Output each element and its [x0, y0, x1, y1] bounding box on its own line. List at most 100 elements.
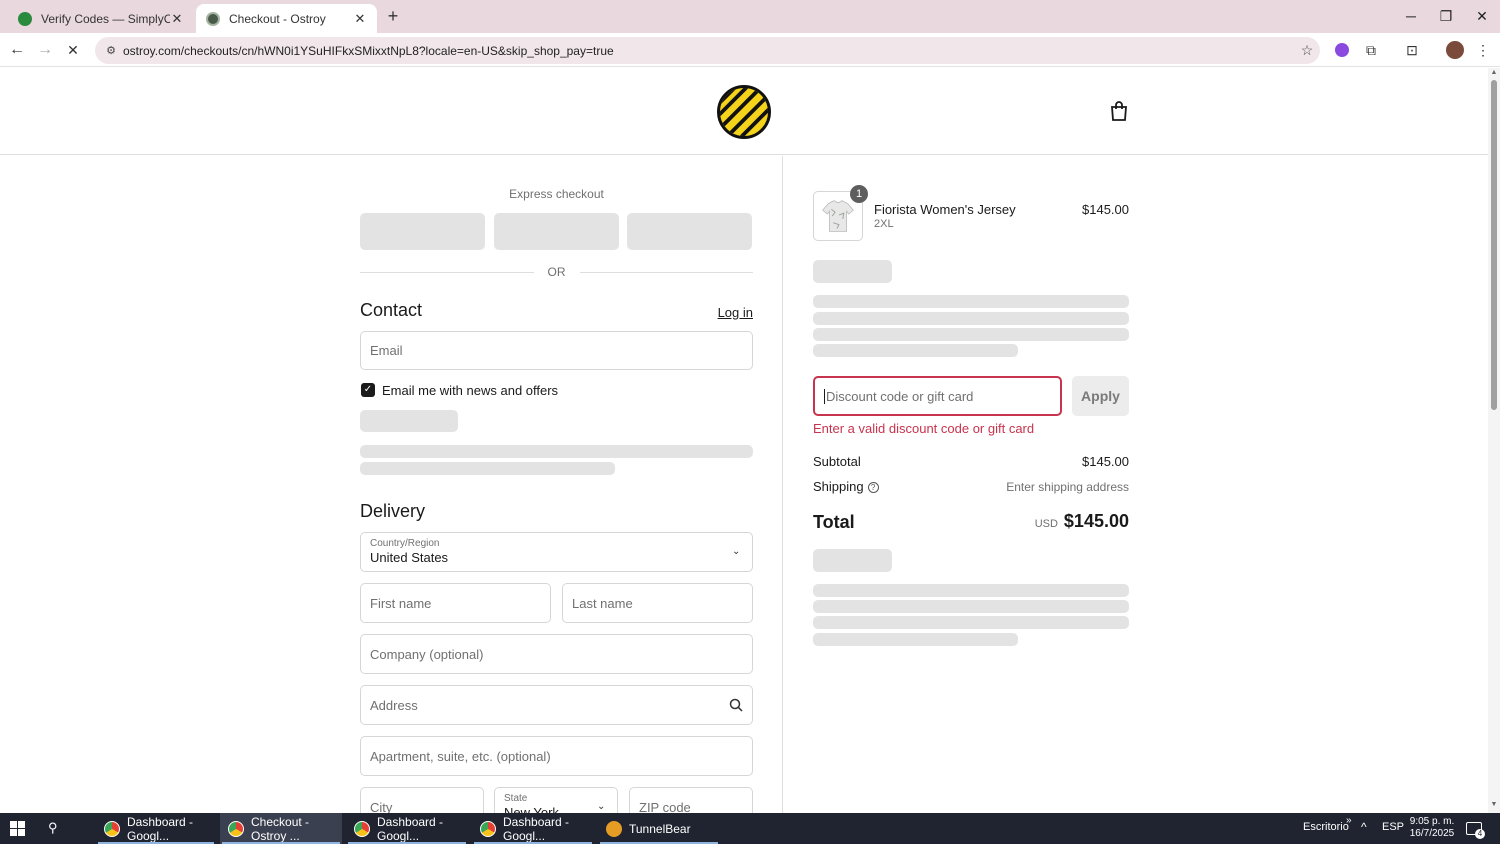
- country-value: United States: [370, 550, 449, 565]
- chevron-down-icon: ⌄: [732, 546, 741, 557]
- forward-arrow-icon[interactable]: →: [33, 38, 57, 62]
- bookmark-star-icon[interactable]: ☆: [1294, 42, 1320, 59]
- windows-start-icon[interactable]: [10, 821, 25, 836]
- express-pay-button-placeholder[interactable]: [494, 213, 619, 250]
- divider-line: [579, 271, 753, 273]
- desktop-toolbar-label[interactable]: Escritorio: [1303, 821, 1349, 833]
- first-name-field[interactable]: First name: [360, 583, 551, 623]
- taskbar-item-tunnelbear[interactable]: TunnelBear: [598, 813, 720, 844]
- loading-skeleton: [813, 295, 1129, 308]
- total-label: Total: [813, 512, 855, 532]
- taskbar-item-dashboard[interactable]: Dashboard - Googl...: [472, 813, 594, 844]
- loading-skeleton: [813, 600, 1129, 613]
- tab-title: Verify Codes — SimplyCodes: [41, 11, 170, 26]
- taskbar-item-label: Dashboard - Googl...: [503, 814, 570, 843]
- newsletter-checkbox[interactable]: ✓: [361, 383, 375, 397]
- subtotal-value: $145.00: [1082, 454, 1129, 469]
- url-text: ostroy.com/checkouts/cn/hWN0i1YSuHIFkxSM…: [123, 43, 614, 58]
- loading-skeleton: [813, 344, 1018, 357]
- newsletter-label: Email me with news and offers: [382, 383, 559, 398]
- taskbar-item-dashboard[interactable]: Dashboard - Googl...: [346, 813, 468, 844]
- close-tab-icon[interactable]: ✕: [353, 11, 367, 27]
- profile-avatar[interactable]: [1446, 41, 1464, 59]
- scrollbar-thumb[interactable]: [1491, 80, 1497, 410]
- shopping-bag-icon[interactable]: [1110, 101, 1128, 121]
- state-label: State: [504, 793, 528, 804]
- language-indicator[interactable]: ESP: [1382, 821, 1404, 833]
- system-clock[interactable]: 9:05 p. m. 16/7/2025: [1404, 816, 1460, 840]
- taskbar-item-label: Checkout - Ostroy ...: [251, 814, 310, 843]
- express-pay-button-placeholder[interactable]: [627, 213, 752, 250]
- or-divider: OR: [360, 265, 753, 279]
- help-circle-icon[interactable]: ?: [867, 482, 879, 493]
- clock-date: 16/7/2025: [1409, 828, 1455, 839]
- taskbar-item-label: Dashboard - Googl...: [127, 814, 194, 843]
- checkout-page: Express checkout OR Contact Log in Email…: [0, 68, 1488, 813]
- search-icon[interactable]: ⚲: [48, 820, 65, 837]
- taskbar-item-dashboard[interactable]: Dashboard - Googl...: [96, 813, 216, 844]
- company-placeholder: Company (optional): [370, 646, 484, 662]
- address-bar[interactable]: ⚙ ostroy.com/checkouts/cn/hWN0i1YSuHIFkx…: [95, 37, 1320, 64]
- chevron-up-icon[interactable]: ^: [1361, 820, 1367, 834]
- chevron-double-right-icon[interactable]: »: [1346, 815, 1352, 826]
- taskbar-item-label: TunnelBear: [629, 821, 691, 836]
- browser-toolbar: ← → ✕ ⚙ ostroy.com/checkouts/cn/hWN0i1YS…: [0, 33, 1500, 67]
- zip-field[interactable]: ZIP code: [629, 787, 753, 813]
- discount-code-input[interactable]: Discount code or gift card: [813, 376, 1062, 416]
- address-field[interactable]: Address: [360, 685, 753, 725]
- extensions-puzzle-icon[interactable]: ⧉: [1361, 40, 1381, 60]
- column-divider: [782, 156, 783, 813]
- clock-time: 9:05 p. m.: [1409, 816, 1455, 827]
- product-name: Fiorista Women's Jersey: [874, 202, 1016, 217]
- scroll-up-icon[interactable]: ▲: [1490, 69, 1498, 76]
- logo-mark-icon: [720, 88, 768, 136]
- ostroy-logo[interactable]: [717, 85, 771, 139]
- site-info-icon[interactable]: ⚙: [103, 44, 119, 57]
- country-select[interactable]: Country/Region United States ⌄: [360, 532, 753, 572]
- loading-skeleton: [360, 410, 458, 432]
- product-price: $145.00: [1082, 202, 1129, 217]
- loading-skeleton: [813, 633, 1018, 646]
- loading-skeleton: [813, 584, 1129, 597]
- company-field[interactable]: Company (optional): [360, 634, 753, 674]
- scroll-down-icon[interactable]: ▼: [1490, 801, 1498, 808]
- extension-icon[interactable]: [1335, 43, 1349, 57]
- taskbar-item-checkout[interactable]: Checkout - Ostroy ...: [220, 813, 342, 844]
- chrome-icon: [354, 820, 370, 837]
- close-window-icon[interactable]: ✕: [1467, 5, 1497, 27]
- loading-skeleton: [813, 328, 1129, 341]
- state-select[interactable]: State New York ⌄: [494, 787, 618, 813]
- city-field[interactable]: City: [360, 787, 484, 813]
- tab-checkout-ostroy[interactable]: Checkout - Ostroy ✕: [196, 4, 377, 33]
- subtotal-label: Subtotal: [813, 454, 861, 469]
- stop-loading-icon[interactable]: ✕: [61, 38, 85, 62]
- close-tab-icon[interactable]: ✕: [170, 11, 184, 27]
- shipping-row: Shipping?: [813, 479, 879, 494]
- back-arrow-icon[interactable]: ←: [5, 38, 29, 62]
- shipping-label: Shipping: [813, 479, 864, 494]
- express-pay-button-placeholder[interactable]: [360, 213, 485, 250]
- email-field[interactable]: Email: [360, 331, 753, 370]
- loading-skeleton: [813, 260, 892, 283]
- minimize-icon[interactable]: ─: [1396, 5, 1426, 27]
- tab-simplycodes[interactable]: Verify Codes — SimplyCodes ✕: [8, 4, 194, 33]
- total-currency: USD: [1034, 518, 1058, 530]
- restore-icon[interactable]: ❐: [1431, 5, 1461, 27]
- new-tab-plus-icon[interactable]: +: [383, 6, 403, 26]
- page-scrollbar[interactable]: ▲ ▼: [1488, 68, 1500, 813]
- apartment-field[interactable]: Apartment, suite, etc. (optional): [360, 736, 753, 776]
- tab-search-icon[interactable]: ⊡: [1402, 40, 1422, 60]
- apartment-placeholder: Apartment, suite, etc. (optional): [370, 748, 551, 764]
- log-in-link[interactable]: Log in: [700, 305, 753, 320]
- chevron-down-icon: ⌄: [597, 801, 606, 812]
- address-placeholder: Address: [370, 697, 418, 713]
- ostroy-favicon-icon: [206, 11, 220, 26]
- discount-placeholder: Discount code or gift card: [826, 388, 974, 404]
- apply-discount-button[interactable]: Apply: [1072, 376, 1129, 416]
- last-name-field[interactable]: Last name: [562, 583, 753, 623]
- first-name-placeholder: First name: [370, 595, 432, 611]
- express-checkout-title: Express checkout: [509, 187, 604, 201]
- menu-kebab-icon[interactable]: ⋮: [1473, 40, 1493, 60]
- tab-title: Checkout - Ostroy: [229, 11, 326, 26]
- chrome-icon: [104, 820, 120, 837]
